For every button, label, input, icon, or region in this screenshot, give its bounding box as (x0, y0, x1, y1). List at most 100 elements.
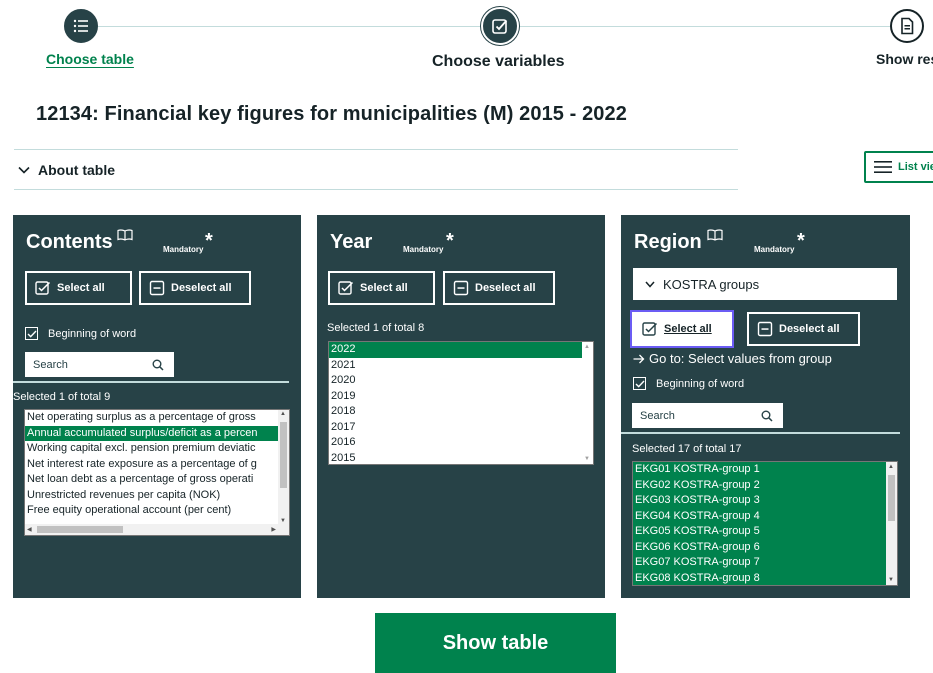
about-table-accordion[interactable]: About table (14, 149, 738, 190)
minus-box-icon (149, 280, 165, 296)
list-item[interactable]: Unrestricted revenues per capita (NOK) (25, 488, 289, 504)
contents-title: Contents (26, 231, 113, 253)
scroll-thumb[interactable] (888, 475, 895, 521)
list-item[interactable]: EKG06 KOSTRA-group 6 (633, 539, 897, 555)
beginning-of-word-checkbox[interactable] (633, 377, 646, 390)
minus-box-icon (757, 321, 773, 337)
list-item[interactable]: 2020 (329, 373, 593, 389)
mandatory-star: * (446, 230, 454, 252)
book-icon[interactable] (117, 229, 133, 241)
scroll-thumb[interactable] (37, 526, 123, 533)
step-show-result-label: Show resu (876, 51, 933, 67)
grouping-dropdown[interactable]: KOSTRA groups (633, 268, 897, 300)
vertical-scrollbar[interactable]: ▲ ▼ (582, 342, 593, 464)
list-view-button[interactable]: List vie (864, 151, 933, 183)
list-view-label: List vie (898, 161, 933, 173)
select-all-button[interactable]: Select all (328, 271, 435, 305)
beginning-of-word-label: Beginning of word (48, 328, 137, 340)
vertical-scrollbar[interactable]: ▲ ▼ (886, 462, 897, 585)
step-choose-table[interactable] (64, 9, 98, 43)
region-listbox[interactable]: EKG01 KOSTRA-group 1 EKG02 KOSTRA-group … (632, 461, 898, 586)
list-item[interactable]: Working capital excl. pension premium de… (25, 441, 289, 457)
book-icon[interactable] (707, 229, 723, 241)
list-item[interactable]: 2018 (329, 404, 593, 420)
list-item[interactable]: EKG01 KOSTRA-group 1 (633, 462, 897, 478)
goto-group-values-link[interactable]: Go to: Select values from group (633, 351, 832, 366)
scroll-up-icon[interactable]: ▲ (280, 411, 286, 417)
list-item[interactable]: Annual accumulated surplus/deficit as a … (25, 425, 289, 441)
select-all-label: Select all (360, 282, 408, 294)
scroll-up-icon[interactable]: ▲ (888, 464, 894, 470)
list-item[interactable]: 2017 (329, 420, 593, 436)
region-selected-count: Selected 17 of total 17 (632, 443, 742, 455)
list-item[interactable]: EKG07 KOSTRA-group 7 (633, 555, 897, 571)
year-title: Year (330, 231, 373, 253)
about-table-label: About table (38, 161, 115, 178)
list-item[interactable]: 2021 (329, 358, 593, 374)
select-all-button[interactable]: Select all (630, 310, 734, 348)
stepper-line (98, 26, 483, 27)
checkbox-check-icon (338, 281, 354, 295)
search-icon (152, 359, 164, 371)
show-table-button[interactable]: Show table (375, 613, 616, 673)
document-icon (901, 17, 914, 35)
deselect-all-label: Deselect all (475, 282, 536, 294)
arrow-right-icon (633, 354, 645, 363)
list-lines-icon (874, 161, 892, 173)
list-item[interactable]: EKG05 KOSTRA-group 5 (633, 524, 897, 540)
list-item[interactable]: 2022 (329, 342, 593, 358)
search-input[interactable]: Search (25, 352, 174, 377)
list-item[interactable]: EKG03 KOSTRA-group 3 (633, 493, 897, 509)
scroll-up-icon[interactable]: ▲ (584, 344, 590, 350)
check-icon (27, 330, 37, 338)
select-all-label: Select all (664, 323, 712, 335)
list-item[interactable]: 2016 (329, 435, 593, 451)
list-item[interactable]: Free equity operational account (per cen… (25, 503, 289, 519)
select-all-button[interactable]: Select all (25, 271, 132, 305)
deselect-all-button[interactable]: Deselect all (443, 271, 555, 305)
scroll-down-icon[interactable]: ▼ (888, 577, 894, 583)
scroll-left-icon[interactable]: ◀ (27, 526, 32, 533)
divider (13, 381, 289, 383)
scroll-thumb[interactable] (280, 422, 287, 488)
check-icon (635, 380, 645, 388)
mandatory-label: Mandatory (403, 245, 444, 254)
deselect-all-button[interactable]: Deselect all (139, 271, 251, 305)
search-input[interactable]: Search (632, 403, 783, 428)
beginning-of-word-checkbox[interactable] (25, 327, 38, 340)
variable-box-region: Region Mandatory * KOSTRA groups Select … (621, 215, 910, 598)
variable-box-contents: Contents Mandatory * Select all Deselect… (13, 215, 301, 598)
list-item[interactable]: EKG08 KOSTRA-group 8 (633, 570, 897, 585)
goto-group-values-label: Go to: Select values from group (649, 351, 832, 366)
mandatory-label: Mandatory (163, 245, 204, 254)
scroll-right-icon[interactable]: ▶ (271, 526, 276, 533)
vertical-scrollbar[interactable]: ▲ ▼ (278, 410, 289, 535)
list-item[interactable]: Net loan debt as a percentage of gross o… (25, 472, 289, 488)
step-choose-variables (481, 7, 519, 45)
search-icon (761, 410, 773, 422)
year-listbox[interactable]: 2022 2021 2020 2019 2018 2017 2016 2015 … (328, 341, 594, 465)
step-choose-table-label[interactable]: Choose table (46, 51, 134, 67)
mandatory-star: * (797, 230, 805, 252)
list-item[interactable]: EKG02 KOSTRA-group 2 (633, 477, 897, 493)
list-item[interactable]: 2019 (329, 389, 593, 405)
stepper-line (517, 26, 890, 27)
deselect-all-button[interactable]: Deselect all (747, 312, 860, 346)
step-show-result (890, 9, 924, 43)
contents-listbox[interactable]: Net operating surplus as a percentage of… (24, 409, 290, 536)
scroll-down-icon[interactable]: ▼ (280, 518, 286, 524)
list-item[interactable]: Net operating surplus as a percentage of… (25, 410, 289, 426)
chevron-down-icon (645, 281, 655, 288)
list-item[interactable]: Net interest rate exposure as a percenta… (25, 457, 289, 473)
horizontal-scrollbar[interactable]: ◀ ▶ (25, 524, 278, 535)
list-item[interactable]: 2015 (329, 451, 593, 465)
search-placeholder: Search (33, 358, 68, 371)
page-title: 12134: Financial key figures for municip… (36, 103, 627, 125)
list-item[interactable]: EKG04 KOSTRA-group 4 (633, 508, 897, 524)
contents-selected-count: Selected 1 of total 9 (13, 391, 111, 403)
mandatory-star: * (205, 230, 213, 252)
region-title: Region (634, 231, 702, 253)
scroll-down-icon[interactable]: ▼ (584, 456, 590, 462)
chevron-down-icon (18, 166, 30, 174)
deselect-all-label: Deselect all (779, 323, 840, 335)
